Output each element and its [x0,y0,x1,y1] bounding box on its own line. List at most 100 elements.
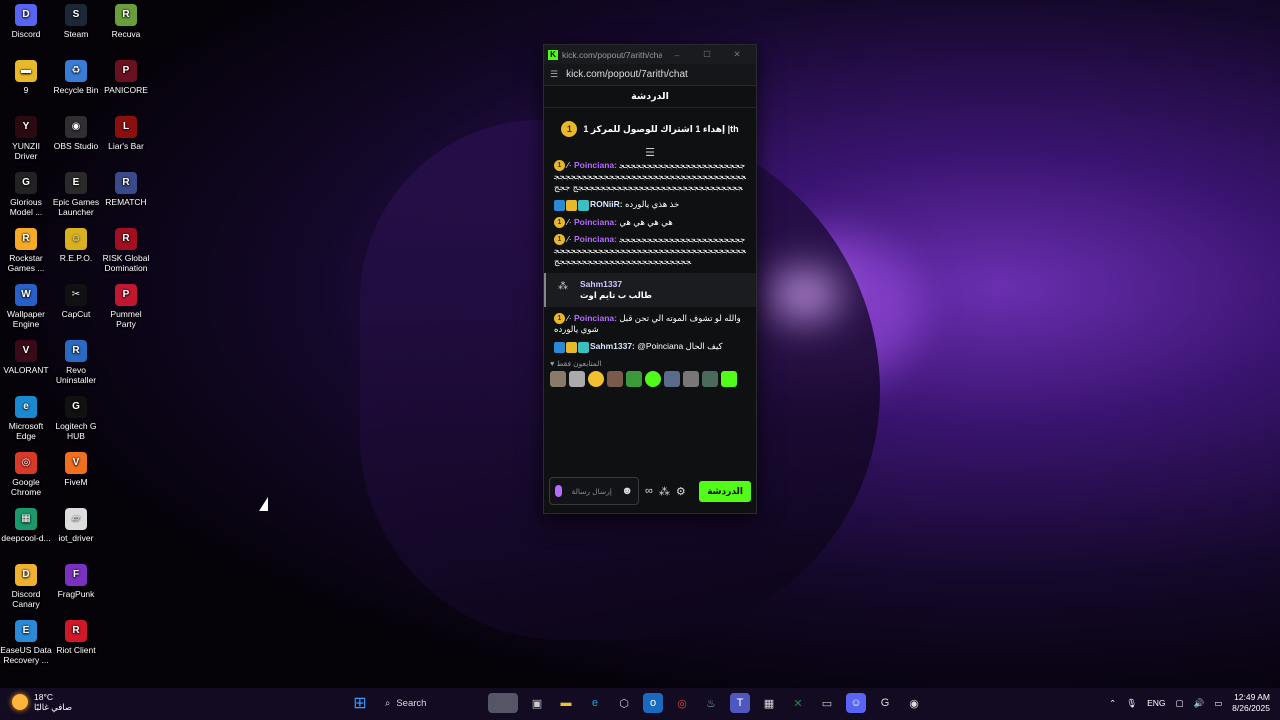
chat-username[interactable]: Poinciana: [574,234,617,244]
desktop-icon[interactable]: R Recuva [100,4,152,39]
pinned-banner[interactable]: 1 إهداء 1 اشتراك للوصول للمركز 1 |th [544,112,756,146]
taskbar-search[interactable]: ⌕ Search [379,692,479,714]
emote-icon[interactable] [664,370,680,387]
reply-message[interactable]: ⁂ Sahm1337 طالب ب تايم اوت [544,273,756,307]
chat-username[interactable]: Sahm1337: [590,341,635,351]
outlook-icon[interactable]: o [643,693,663,713]
mic-tray-icon[interactable]: 🎙 [1126,698,1137,709]
emote-icon[interactable] [588,370,604,387]
desktop-icon[interactable]: L Liar's Bar [100,116,152,151]
excel-icon[interactable]: ✕ [788,693,808,713]
desktop-icon[interactable]: D Discord Canary [0,564,52,609]
desktop-icon[interactable]: ◉ OBS Studio [50,116,102,151]
collapse-icon[interactable]: ☰ [544,146,756,160]
reply-user: Sahm1337 [580,279,623,289]
battery-icon[interactable]: ▭ [1214,698,1222,709]
desktop-icon[interactable]: R REMATCH [100,172,152,207]
desktop-icon[interactable]: e Microsoft Edge [0,396,52,441]
desktop-icon[interactable]: D Discord [0,4,52,39]
users-icon[interactable]: ⁂ [659,485,670,498]
emote-icon[interactable] [721,370,737,387]
desktop-icon[interactable]: P Pummel Party [100,284,152,329]
chat-message[interactable]: RONiiR: خذ هذي يالورده [554,199,748,211]
desktop-icon[interactable]: ♻ Recycle Bin [50,60,102,95]
windows-start-icon[interactable]: ⊞ [350,693,370,713]
address-bar[interactable]: ☰ kick.com/popout/7arith/chat [544,64,756,86]
emoji-icon[interactable]: ☻ [621,485,633,497]
desktop-icon[interactable]: R Riot Client [50,620,102,655]
desktop-icon[interactable]: W Wallpaper Engine [0,284,52,329]
desktop-icon-label: FragPunk [57,589,95,599]
terminal-icon[interactable]: ▭ [817,693,837,713]
chat-username[interactable]: Poinciana: [574,160,617,170]
desktop-icon[interactable]: ☺ R.E.P.O. [50,228,102,263]
site-settings-icon[interactable]: ☰ [550,69,558,80]
emote-bar[interactable] [544,368,756,390]
app-icon: G [15,172,37,194]
desktop-icon[interactable]: P PANICORE [100,60,152,95]
emote-icon[interactable] [569,370,585,387]
volume-icon[interactable]: 🔊 [1194,698,1205,709]
store-icon[interactable]: ▦ [759,693,779,713]
emote-icon[interactable] [550,370,566,387]
desktop-icon[interactable]: ▬ 9 [0,60,52,95]
settings-gear-icon[interactable]: ⚙ [676,485,686,498]
chat-username[interactable]: Poinciana: [574,313,617,323]
edge-icon[interactable]: e [585,693,605,713]
network-icon[interactable]: ▢ [1176,698,1184,709]
desktop-icon[interactable]: S Steam [50,4,102,39]
message-input[interactable]: إرسال رسالة ☻ [549,477,639,505]
desktop-icon[interactable]: ✂ CapCut [50,284,102,319]
desktop-icon[interactable]: ◎ Google Chrome [0,452,52,497]
minimize-button[interactable]: – [662,50,692,60]
teams-icon[interactable]: T [730,693,750,713]
desktop-icon[interactable]: E Epic Games Launcher [50,172,102,217]
mic-icon[interactable] [555,485,562,497]
chat-username[interactable]: RONiiR: [590,199,623,209]
desktop-icon[interactable]: F FragPunk [50,564,102,599]
maximize-button[interactable]: ☐ [692,49,722,60]
chrome-icon[interactable]: ◎ [672,693,692,713]
desktop-icon[interactable]: R RISK Global Domination [100,228,152,273]
emote-icon[interactable] [702,370,718,387]
desktop-icon[interactable]: ▦ deepcool-d... [0,508,52,543]
search-highlight-icon[interactable] [488,693,518,713]
clock[interactable]: 12:49 AM 8/26/2025 [1232,692,1270,714]
close-button[interactable]: ✕ [722,49,752,60]
infinity-icon[interactable]: ∞ [645,485,653,497]
desktop-icon[interactable]: V FiveM [50,452,102,487]
chevron-up-icon[interactable]: ⌃ [1109,698,1116,709]
send-chat-button[interactable]: الدردشة [699,480,751,502]
desktop-icon[interactable]: V VALORANT [0,340,52,375]
desktop-icon[interactable]: G Logitech G HUB [50,396,102,441]
steam-icon[interactable]: ♨ [701,693,721,713]
chat-message[interactable]: Sahm1337: @Poinciana كيف الحال [554,341,748,353]
weather-widget[interactable]: 18°C صافي غالبًا [12,692,72,712]
file-explorer-icon[interactable]: ▬ [556,693,576,713]
chat-username[interactable]: Poinciana: [574,217,617,227]
app-icon: R [115,4,137,26]
emote-icon[interactable] [626,370,642,387]
chat-message[interactable]: 1 ⁄· Poinciana: جججججججججججججججججججججججج… [554,160,748,193]
language-indicator[interactable]: ENG [1147,698,1165,708]
desktop-icon[interactable]: Y YUNZII Driver [0,116,52,161]
app-icon[interactable]: ⬡ [614,693,634,713]
chat-message[interactable]: 1 ⁄· Poinciana: والله لو تشوف الموته الي… [554,313,748,335]
emote-icon[interactable] [645,370,661,387]
logitech-icon[interactable]: G [875,693,895,713]
desktop-icon[interactable]: R Rockstar Games ... [0,228,52,273]
desktop-icon[interactable]: G Glorious Model ... [0,172,52,217]
emote-icon[interactable] [607,370,623,387]
desktop-icon[interactable]: ▱ iot_driver [50,508,102,543]
chat-message[interactable]: 1 ⁄· Poinciana: هي هي هي هي [554,217,748,228]
window-titlebar[interactable]: K kick.com/popout/7arith/cha... – ☐ ✕ [544,45,756,64]
discord-icon[interactable]: ☺ [846,693,866,713]
task-view-icon[interactable]: ▣ [527,693,547,713]
obs-icon[interactable]: ◉ [904,693,924,713]
kick-chat-window[interactable]: K kick.com/popout/7arith/cha... – ☐ ✕ ☰ … [543,44,757,514]
emote-icon[interactable] [683,370,699,387]
desktop-icon[interactable]: E EaseUS Data Recovery ... [0,620,52,665]
desktop-icon[interactable]: R Revo Uninstaller [50,340,102,385]
chat-composer: إرسال رسالة ☻ ∞ ⁂ ⚙ الدردشة [549,477,751,505]
chat-message[interactable]: 1 ⁄· Poinciana: جججججججججججججججججججججججج… [554,234,748,267]
